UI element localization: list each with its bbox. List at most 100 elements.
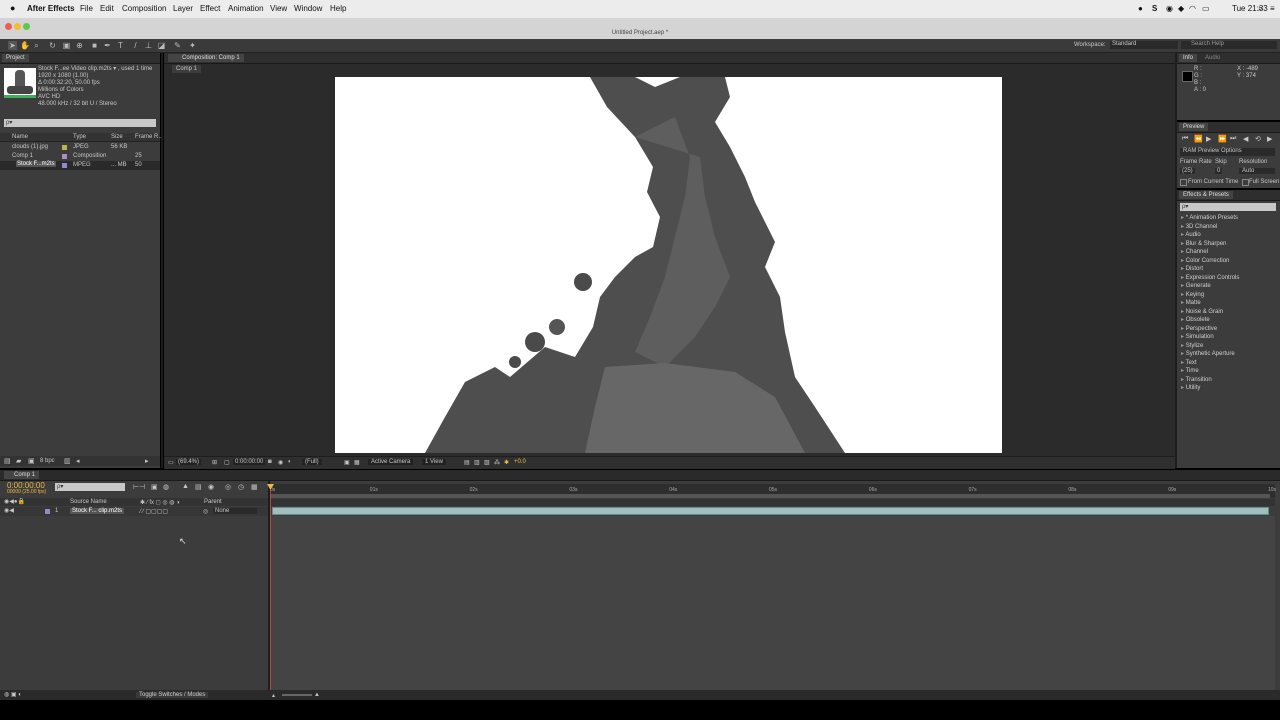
menu-edit[interactable]: Edit <box>100 4 114 13</box>
camera-select[interactable]: Active Camera <box>368 459 414 465</box>
frame-blending-icon[interactable]: ▤ <box>195 483 202 491</box>
fast-previews-icon[interactable]: ▥ <box>474 459 480 466</box>
effects-category[interactable]: ▸ Utility <box>1181 384 1200 391</box>
resolution-select[interactable]: Auto <box>1239 168 1275 174</box>
switches-icon[interactable]: ✱ ⁄ fx ◻ ◎ ◍ ◑ <box>140 499 180 506</box>
tab-info[interactable]: Info <box>1179 54 1198 62</box>
zoom-select[interactable]: (69.4%) <box>176 459 202 465</box>
effects-category[interactable]: ▸ * Animation Presets <box>1181 214 1238 221</box>
pen-tool-icon[interactable]: ✒ <box>103 41 112 50</box>
zoom-slider[interactable] <box>282 694 312 696</box>
menu-help[interactable]: Help <box>330 4 346 13</box>
scroll-right-icon[interactable]: ▸ <box>145 457 149 465</box>
roto-brush-tool-icon[interactable]: ✎ <box>173 41 182 50</box>
effects-category[interactable]: ▸ Generate <box>1181 282 1211 289</box>
workspace-select[interactable]: Standard <box>1110 41 1178 49</box>
prev-frame-icon[interactable]: ⏪ <box>1194 135 1203 143</box>
effects-search-input[interactable]: ρ▾ <box>1180 203 1276 211</box>
region-of-interest-icon[interactable]: ▣ <box>344 459 350 466</box>
transparency-grid-icon[interactable]: ▦ <box>354 459 360 466</box>
effects-category[interactable]: ▸ Time <box>1181 367 1199 374</box>
table-row[interactable]: ◉◀ 1 Stock F... clip.m2ts ⁄ ⁄ ▢▢▢▢ ◎ Non… <box>0 507 268 516</box>
layer-duration-bar[interactable] <box>272 507 1269 515</box>
layer-switches-icon[interactable]: ⁄ ⁄ ▢▢▢▢ <box>140 508 168 515</box>
eraser-tool-icon[interactable]: ◪ <box>157 41 166 50</box>
live-update-icon[interactable]: ▣ <box>151 483 158 491</box>
apple-icon[interactable]: ● <box>10 3 15 13</box>
effects-category[interactable]: ▸ Stylize <box>1181 342 1203 349</box>
tab-project[interactable]: Project <box>2 54 29 62</box>
effects-category[interactable]: ▸ Noise & Grain <box>1181 308 1223 315</box>
effects-category[interactable]: ▸ Synthetic Aperture <box>1181 350 1235 357</box>
puppet-tool-icon[interactable]: ✦ <box>188 41 197 50</box>
dropbox-icon[interactable]: ◆ <box>1178 4 1184 13</box>
work-area-bar[interactable] <box>270 494 1270 498</box>
brush-tool-icon[interactable]: / <box>131 41 140 50</box>
last-frame-icon[interactable]: ⏭ <box>1230 135 1236 143</box>
mask-visibility-icon[interactable]: ▢ <box>224 459 230 466</box>
tab-audio[interactable]: Audio <box>1201 54 1224 62</box>
menu-view[interactable]: View <box>270 4 287 13</box>
minimize-window-icon[interactable] <box>14 23 21 30</box>
time-ruler[interactable]: 0s 01s 02s 03s 04s 05s 06s 07s 08s 09s 10s <box>270 484 1276 498</box>
always-preview-icon[interactable]: ▭ <box>168 459 174 466</box>
record-icon[interactable]: ● <box>1138 4 1143 13</box>
menu-window[interactable]: Window <box>294 4 322 13</box>
exposure-value[interactable]: +0.0 <box>514 459 526 465</box>
comp-timecode[interactable]: 0:00:00:00 <box>233 459 266 465</box>
project-search-input[interactable]: ρ▾ <box>4 119 156 127</box>
wifi-icon[interactable]: ◠ <box>1189 4 1196 13</box>
effects-category[interactable]: ▸ Obsolete <box>1181 316 1210 323</box>
rectangle-tool-icon[interactable]: ■ <box>90 41 99 50</box>
new-comp-icon[interactable]: ▣ <box>28 457 35 465</box>
selection-tool-icon[interactable]: ➤ <box>8 41 17 50</box>
effects-category[interactable]: ▸ Expression Controls <box>1181 274 1239 281</box>
tab-preview[interactable]: Preview <box>1179 123 1209 131</box>
effects-category[interactable]: ▸ Audio <box>1181 231 1201 238</box>
label-color-chip[interactable] <box>62 163 67 168</box>
footer-switches-icon[interactable]: ◍ ▣ ◐ <box>4 691 22 698</box>
effects-category[interactable]: ▸ Blur & Sharpen <box>1181 240 1226 247</box>
full-screen-checkbox[interactable] <box>1242 179 1249 186</box>
tab-effects-presets[interactable]: Effects & Presets <box>1179 191 1233 199</box>
comp-breadcrumb[interactable]: Comp 1 <box>172 65 202 73</box>
effects-category[interactable]: ▸ Color Correction <box>1181 257 1229 264</box>
graph-editor-icon[interactable]: ▦ <box>251 483 258 491</box>
layer-name[interactable]: Stock F... clip.m2ts <box>70 508 125 514</box>
parent-pickwhip-icon[interactable]: ◎ <box>203 508 208 515</box>
effects-category[interactable]: ▸ Simulation <box>1181 333 1214 340</box>
timeline-search-input[interactable]: ρ▾ <box>55 483 125 491</box>
effects-category[interactable]: ▸ Text <box>1181 359 1197 366</box>
show-snapshot-icon[interactable]: ◉ <box>278 459 283 466</box>
col-name[interactable]: Name <box>12 134 28 140</box>
first-frame-icon[interactable]: ⏮ <box>1182 135 1188 143</box>
flowchart-icon[interactable]: ⁂ <box>494 459 500 466</box>
panel-divider[interactable] <box>161 53 163 468</box>
col-size[interactable]: Size <box>111 134 123 140</box>
label-color-chip[interactable] <box>62 154 67 159</box>
hand-tool-icon[interactable]: ✋ <box>20 41 30 50</box>
col-parent[interactable]: Parent <box>204 499 222 505</box>
menu-animation[interactable]: Animation <box>228 4 264 13</box>
effects-category[interactable]: ▸ Matte <box>1181 299 1201 306</box>
col-source-name[interactable]: Source Name <box>70 499 107 505</box>
comp-mini-flowchart-icon[interactable]: ⊢⊣ <box>133 483 145 491</box>
search-help-input[interactable]: Search Help <box>1181 41 1277 49</box>
snapshot-icon[interactable]: ◙ <box>268 459 272 465</box>
timeline-icon[interactable]: ▧ <box>484 459 490 466</box>
effects-category[interactable]: ▸ Transition <box>1181 376 1212 383</box>
from-current-checkbox[interactable] <box>1180 179 1187 186</box>
hide-shy-icon[interactable]: ▲ <box>182 483 189 490</box>
current-time-indicator[interactable] <box>270 484 271 690</box>
effects-category[interactable]: ▸ Distort <box>1181 265 1203 272</box>
notifications-icon[interactable]: ≡ <box>1270 4 1275 13</box>
text-tool-icon[interactable]: T <box>116 41 125 50</box>
list-item[interactable]: clouds (1).jpg JPEG 56 KB <box>0 143 160 152</box>
rotate-tool-icon[interactable]: ↻ <box>48 41 57 50</box>
list-item[interactable]: Comp 1 Composition 25 <box>0 152 160 161</box>
effects-category[interactable]: ▸ Keying <box>1181 291 1204 298</box>
menu-layer[interactable]: Layer <box>173 4 193 13</box>
toggle-pixel-aspect-icon[interactable]: ▤ <box>464 459 470 466</box>
safe-zones-icon[interactable]: ⊞ <box>212 459 217 466</box>
skype-icon[interactable]: S <box>1152 4 1157 13</box>
